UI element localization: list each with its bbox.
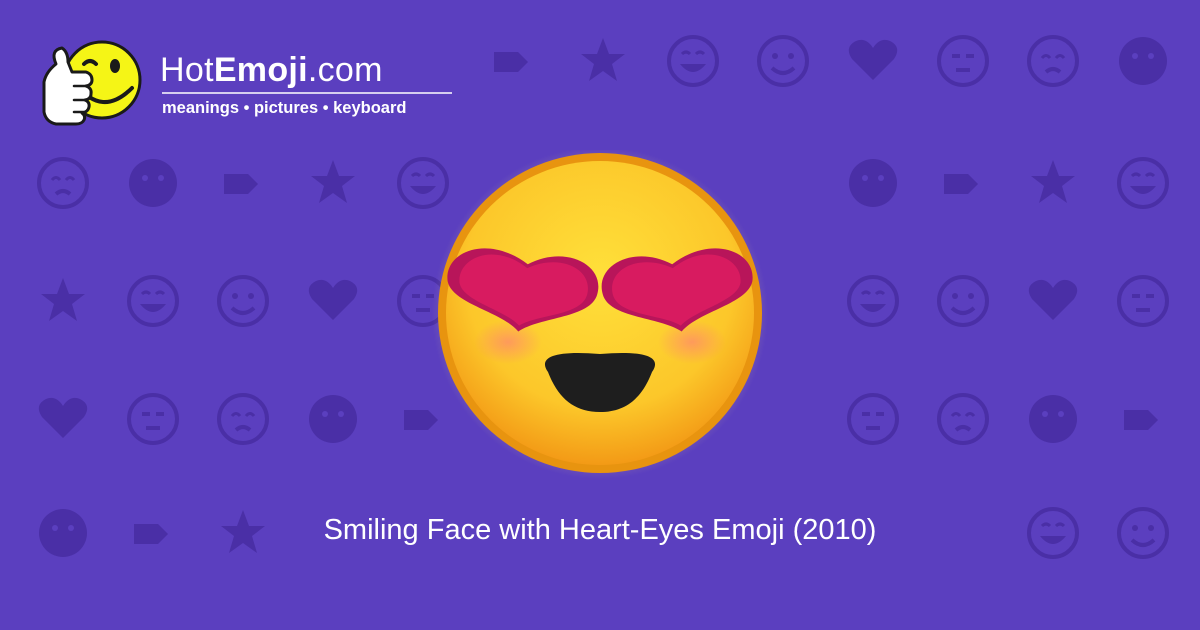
smiley-icon xyxy=(480,28,546,94)
kiss-icon xyxy=(750,28,816,94)
angry-icon xyxy=(1020,268,1086,334)
hearts-icon xyxy=(840,28,906,94)
eyes-icon xyxy=(120,150,186,216)
hand-icon xyxy=(1020,386,1086,452)
rose-icon xyxy=(210,386,276,452)
frown-icon xyxy=(300,268,366,334)
sun-icon xyxy=(300,386,366,452)
brand-divider xyxy=(162,92,452,94)
left-arrow-icon xyxy=(1110,268,1176,334)
scream-icon xyxy=(840,268,906,334)
brand-name-emoji: Emoji xyxy=(213,51,308,89)
recycle-icon xyxy=(300,150,366,216)
devil-icon xyxy=(930,268,996,334)
brand-name-domain: .com xyxy=(307,51,383,89)
sad-icon xyxy=(930,28,996,94)
tired-icon xyxy=(1020,28,1086,94)
heart-eyes-emoji-icon xyxy=(430,150,770,480)
grin-icon xyxy=(1110,150,1176,216)
wink-icon xyxy=(660,28,726,94)
fire-icon xyxy=(30,386,96,452)
brand-name[interactable]: HotEmoji.com xyxy=(160,52,452,88)
ok-hand-icon xyxy=(1110,28,1176,94)
tongue-icon xyxy=(210,268,276,334)
emoji-title-caption: Smiling Face with Heart-Eyes Emoji (2010… xyxy=(323,514,877,546)
sparkles-icon xyxy=(1020,150,1086,216)
music-notes-icon xyxy=(840,150,906,216)
check-icon xyxy=(840,386,906,452)
broken-heart-icon xyxy=(30,268,96,334)
confused-icon xyxy=(120,268,186,334)
thumbs-up-wink-mascot-icon xyxy=(38,34,142,130)
heart-icon xyxy=(570,28,636,94)
party-popper-icon xyxy=(120,386,186,452)
cat-face-icon xyxy=(930,386,996,452)
brand-tagline: meanings • pictures • keyboard xyxy=(162,99,407,117)
mask-icon xyxy=(1110,386,1176,452)
smirk-icon xyxy=(210,150,276,216)
sleeping-icon xyxy=(930,150,996,216)
brand-name-hot: Hot xyxy=(160,51,214,89)
site-brand[interactable]: HotEmoji.com meanings • pictures • keybo… xyxy=(38,34,468,134)
neutral-icon xyxy=(30,150,96,216)
